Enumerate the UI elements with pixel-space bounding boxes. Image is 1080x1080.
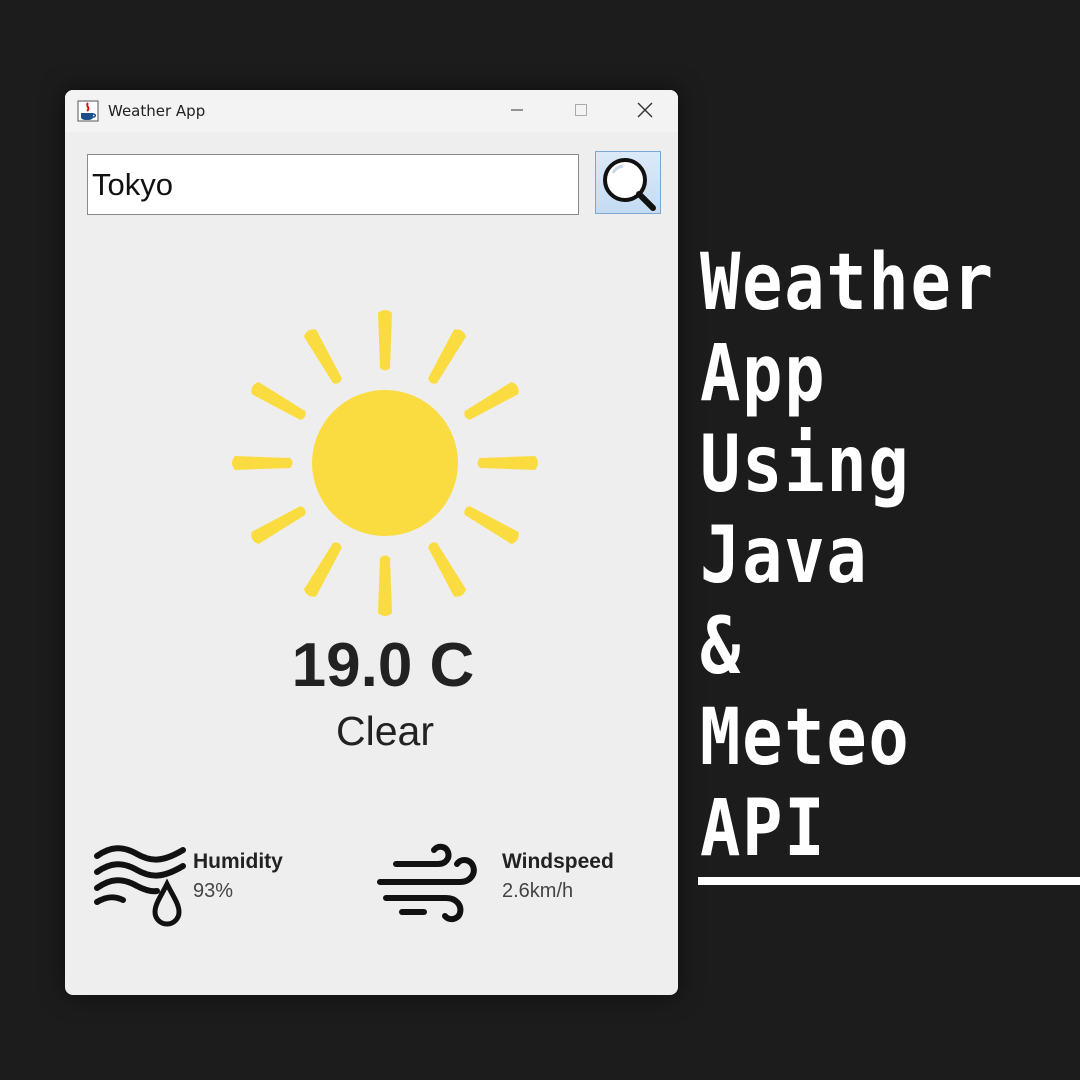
caption-line: API [700, 784, 827, 874]
caption-line: Weather [700, 238, 995, 328]
caption-line: & [700, 602, 743, 692]
close-icon [637, 102, 653, 118]
windspeed-label: Windspeed [502, 850, 614, 873]
windspeed-value: 2.6km/h [502, 880, 574, 902]
humidity-value: 93% [193, 880, 234, 902]
humidity-label: Humidity [193, 850, 283, 873]
caption-line: Java [700, 511, 869, 601]
window-title: Weather App [108, 102, 206, 120]
maximize-icon [575, 104, 587, 116]
caption-line: Meteo [700, 693, 911, 783]
humidity-icon [94, 845, 186, 927]
temperature-value: 19.0 C [291, 631, 475, 700]
weather-condition: Clear [336, 708, 434, 754]
weather-app-window: Weather App Tokyo 19.0 C Clear Humidity … [65, 90, 678, 995]
wind-icon [377, 843, 477, 923]
caption-line: App [700, 329, 827, 419]
caption-line: Using [700, 420, 911, 510]
search-icon [603, 157, 656, 211]
java-app-icon [77, 100, 99, 122]
poster: Weather App Tokyo 19.0 C Clear Humidity … [0, 0, 1080, 1080]
close-button[interactable] [617, 90, 673, 130]
caption-text: Weather App Using Java & Meteo API [700, 238, 1070, 875]
caption-underline [698, 877, 1080, 885]
minimize-icon [511, 109, 523, 111]
search-button[interactable] [595, 151, 661, 214]
title-bar[interactable]: Weather App [65, 90, 678, 132]
sun-icon [232, 310, 538, 616]
city-search-input[interactable] [87, 154, 579, 215]
maximize-button[interactable] [553, 90, 609, 130]
minimize-button[interactable] [489, 90, 545, 130]
